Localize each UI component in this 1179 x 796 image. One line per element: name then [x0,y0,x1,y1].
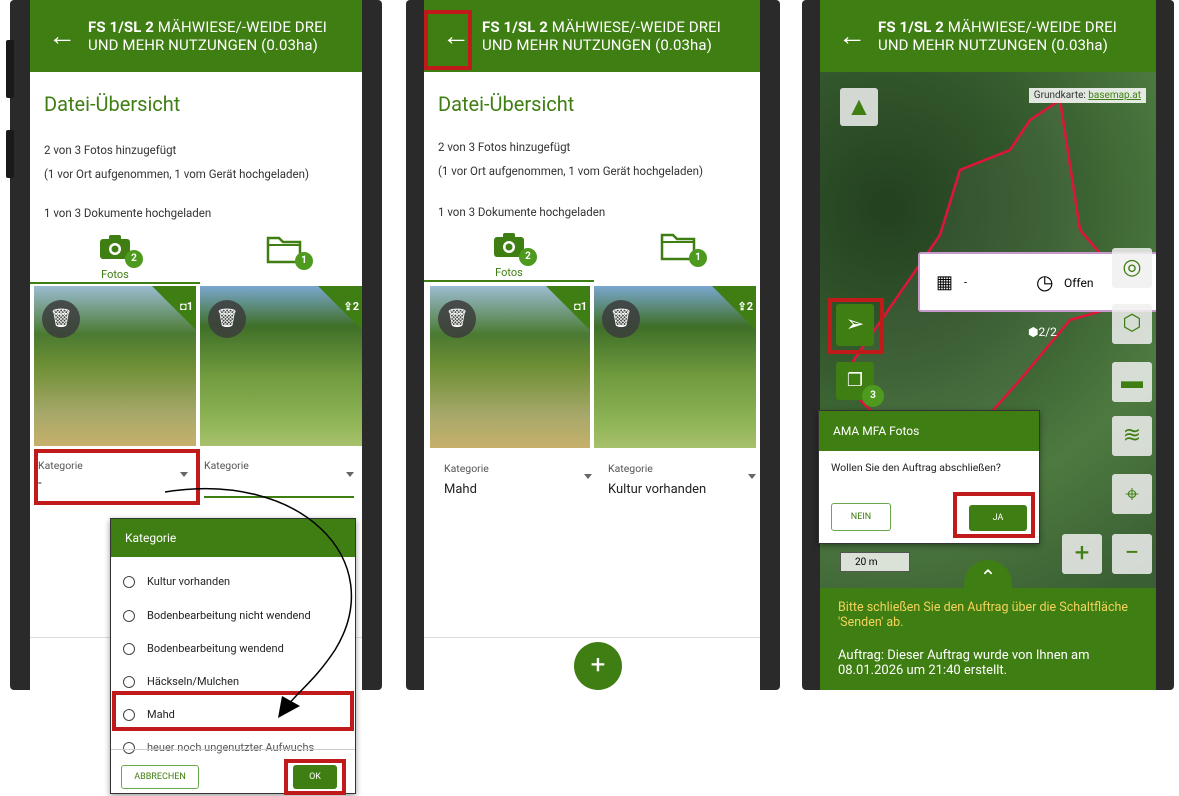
docs-badge: 1 [689,249,707,267]
photo-thumbnail-2[interactable]: 🗑 ⇪2 [594,286,756,448]
north-arrow-icon[interactable]: ▲ [840,88,878,126]
app-bar: ← FS 1/SL 2 MÄHWIESE/-WEIDE DREI UND MEH… [820,0,1156,72]
tab-photos-underline [424,280,594,282]
dialog-title: AMA MFA Fotos [819,411,1039,451]
clock-icon: ◷ [1036,270,1054,294]
folder-icon[interactable]: ▬ [1112,362,1152,402]
highlight-send-button [828,298,884,354]
bottom-sheet: Bitte schließen Sie den Auftrag über die… [820,588,1156,690]
zoom-out-button[interactable]: − [1112,534,1152,574]
send-hint-text: Bitte schließen Sie den Auftrag über die… [838,600,1129,630]
date-value: - [964,276,968,289]
highlight-yes-button [953,492,1035,538]
camera-count-label: ◘1 [574,300,587,313]
calendar-icon: ▦ [936,272,954,293]
no-button[interactable]: NEIN [831,503,891,531]
category-label: Kategorie [608,462,653,475]
locate-icon[interactable]: ⌖ [1112,474,1152,514]
app-bar: ← FS 1/SL 2 MÄHWIESE/-WEIDE DREI UND MEH… [424,0,760,72]
tutorial-composite: ← FS 1/SL 2 MÄHWIESE/-WEIDE DREI UND MEH… [0,0,1179,796]
photos-added-text: 2 von 3 Fotos hinzugefügt [438,140,571,154]
photo-thumbnail-1[interactable]: 🗑 ◘1 [430,286,590,448]
status-value: Offen [1064,276,1094,290]
back-arrow-icon[interactable]: ← [838,22,868,50]
tab-photos[interactable]: Fotos [424,266,594,279]
phone-frame-2: ← FS 1/SL 2 MÄHWIESE/-WEIDE DREI UND MEH… [406,0,780,690]
category-label: Kategorie [444,462,489,475]
delete-photo-button[interactable]: 🗑 [602,300,640,338]
docs-uploaded-text: 1 von 3 Dokumente hochgeladen [438,205,606,219]
page-title: FS 1/SL 2 MÄHWIESE/-WEIDE DREI UND MEHR … [482,18,721,54]
zoom-in-button[interactable]: + [1062,534,1102,574]
chevron-down-icon[interactable] [748,474,756,479]
basemap-attribution: Grundkarte: basemap.at [1028,88,1146,103]
section-title: Datei-Übersicht [438,92,575,116]
dialog-message: Wollen Sie den Auftrag abschließen? [831,461,1001,474]
order-info-text: Auftrag: Dieser Auftrag wurde von Ihnen … [838,648,1090,678]
photos-detail-text: (1 vor Ort aufgenommen, 1 vom Gerät hoch… [438,164,703,178]
upload-count-label: ⇪2 [737,300,753,313]
photo-count-marker: ⬢2/2 [1028,325,1057,339]
target-icon[interactable]: ◎ [1112,248,1152,288]
photos-badge: 2 [519,248,537,266]
add-button[interactable]: + [574,642,622,690]
screen-2: ← FS 1/SL 2 MÄHWIESE/-WEIDE DREI UND MEH… [424,0,760,690]
category-value[interactable]: Mahd [444,482,477,497]
category-value[interactable]: Kultur vorhanden [608,482,706,497]
divider [424,637,760,638]
basemap-link[interactable]: basemap.at [1088,90,1141,101]
photos-badge: 3 [862,385,884,407]
chevron-down-icon[interactable] [584,474,592,479]
delete-photo-button[interactable]: 🗑 [438,300,476,338]
cube-icon[interactable]: ⬡ [1112,304,1152,344]
scale-bar: 20 m [840,552,910,572]
highlight-back-button [424,10,472,70]
layers-icon[interactable]: ≋ [1112,416,1152,456]
page-title: FS 1/SL 2 MÄHWIESE/-WEIDE DREI UND MEHR … [878,18,1117,54]
